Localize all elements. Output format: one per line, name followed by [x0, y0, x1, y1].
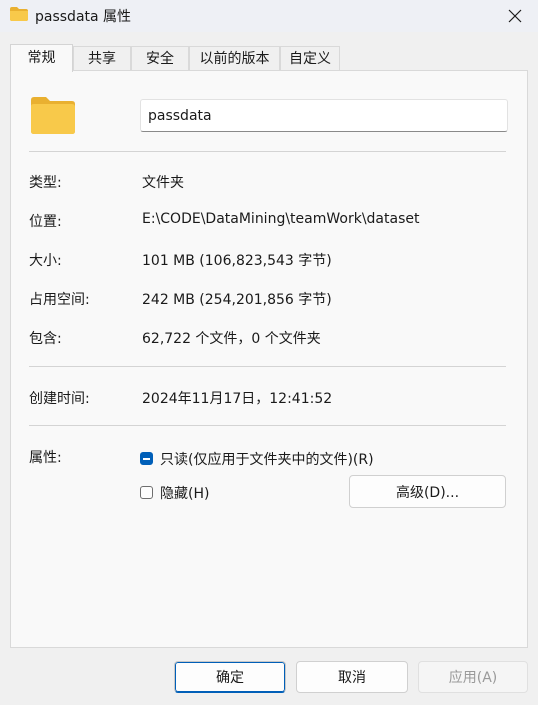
folder-icon: [10, 7, 28, 21]
type-value: 文件夹: [142, 175, 184, 191]
hidden-checkbox[interactable]: [140, 486, 153, 499]
tab-general[interactable]: 常规: [10, 44, 73, 72]
size-on-disk-label: 占用空间:: [29, 292, 90, 308]
window-title: passdata 属性: [35, 9, 132, 25]
title-bar: passdata 属性: [0, 0, 538, 32]
folder-icon: [31, 97, 75, 134]
attributes-label: 属性:: [29, 450, 62, 466]
size-label: 大小:: [29, 253, 62, 269]
size-on-disk-value: 242 MB (254,201,856 字节): [142, 292, 332, 308]
ok-button[interactable]: 确定: [174, 661, 286, 693]
folder-name-input[interactable]: [140, 99, 508, 132]
tab-previous-versions[interactable]: 以前的版本: [189, 46, 280, 71]
advanced-button[interactable]: 高级(D)...: [349, 475, 506, 508]
close-icon: [508, 9, 522, 23]
tab-sharing[interactable]: 共享: [73, 46, 131, 71]
divider: [29, 151, 506, 152]
close-button[interactable]: [492, 0, 538, 32]
size-value: 101 MB (106,823,543 字节): [142, 253, 332, 269]
type-label: 类型:: [29, 175, 62, 191]
hidden-label[interactable]: 隐藏(H): [160, 483, 209, 503]
cancel-button[interactable]: 取消: [296, 661, 408, 693]
location-label: 位置:: [29, 214, 62, 230]
divider: [29, 425, 506, 426]
location-value: E:\CODE\DataMining\teamWork\dataset: [142, 211, 420, 227]
apply-button[interactable]: 应用(A): [418, 661, 528, 693]
contains-label: 包含:: [29, 331, 62, 347]
tab-security[interactable]: 安全: [131, 46, 189, 71]
created-label: 创建时间:: [29, 391, 90, 407]
tab-customize[interactable]: 自定义: [280, 46, 340, 71]
divider: [29, 366, 506, 367]
general-panel: [10, 70, 528, 648]
readonly-label[interactable]: 只读(仅应用于文件夹中的文件)(R): [160, 449, 374, 469]
readonly-checkbox[interactable]: [140, 452, 153, 465]
created-value: 2024年11月17日，12:41:52: [142, 391, 333, 407]
contains-value: 62,722 个文件，0 个文件夹: [142, 331, 321, 347]
